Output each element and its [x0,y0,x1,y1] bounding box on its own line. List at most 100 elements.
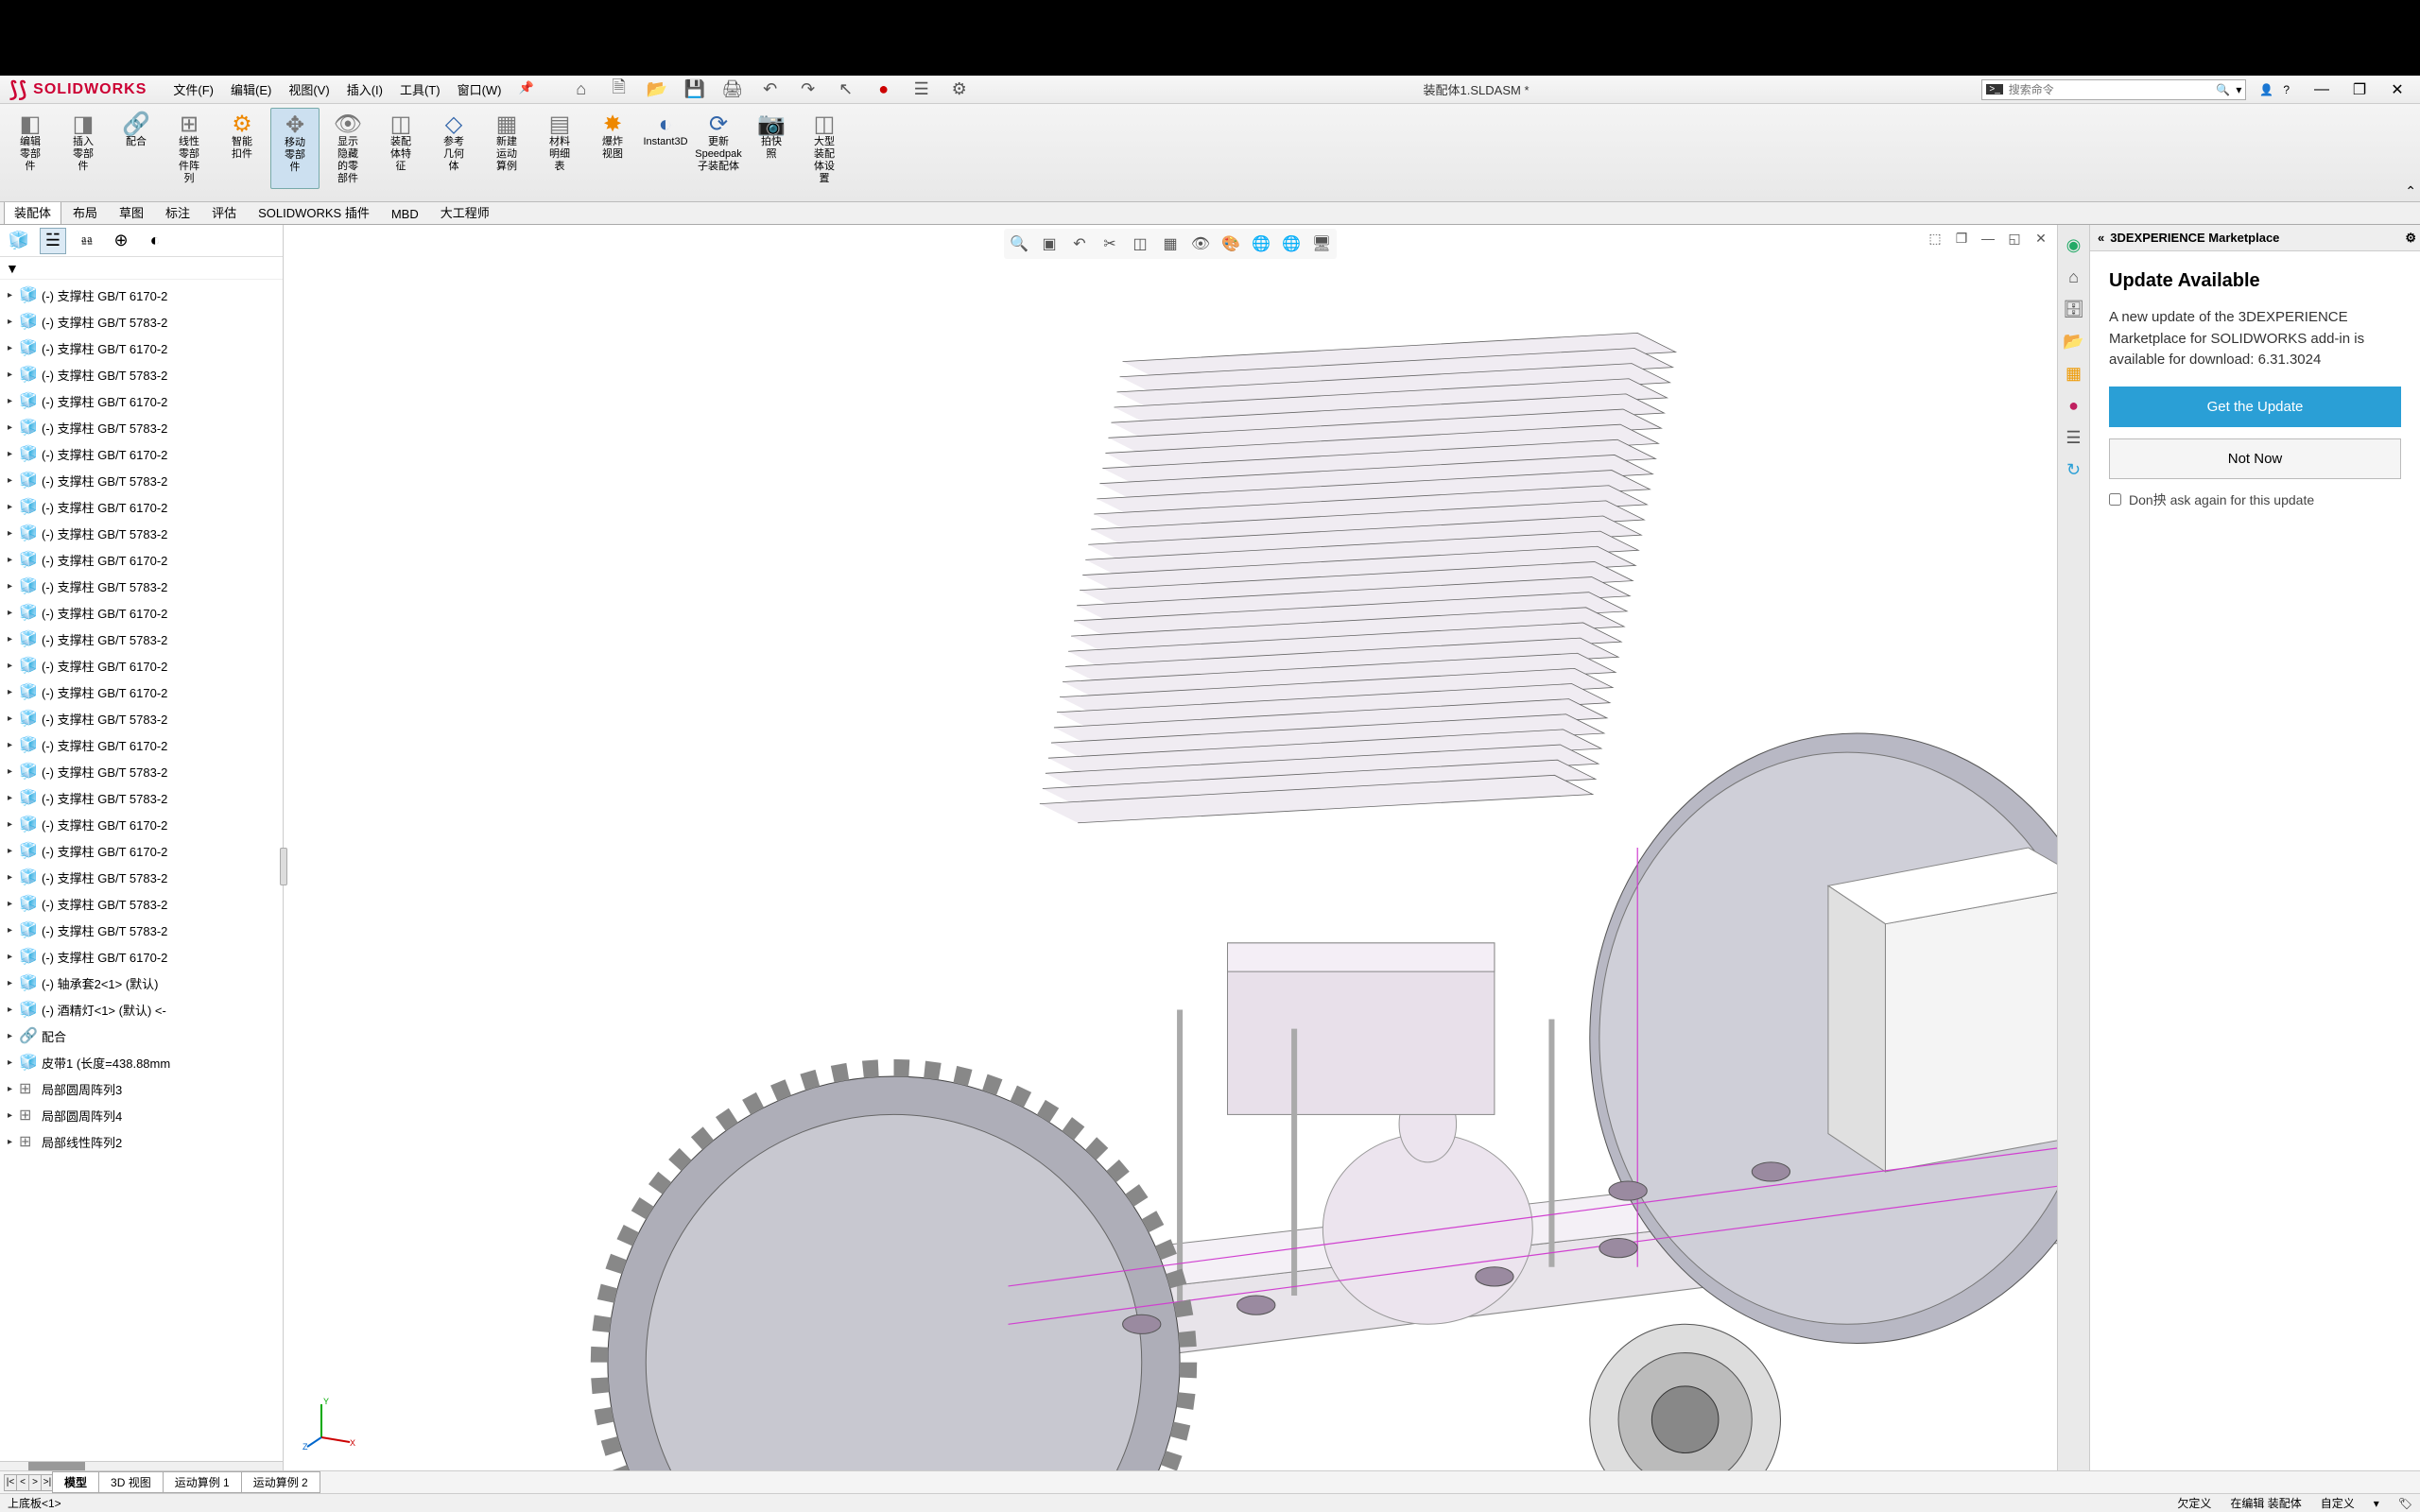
expand-icon[interactable]: ▸ [8,713,17,724]
restore-button[interactable]: ❐ [2346,80,2373,99]
tree-item[interactable]: ▸🧊(-) 支撑柱 GB/T 6170-2 [0,335,283,361]
expand-icon[interactable]: ▸ [8,396,17,406]
viewport-max-icon[interactable]: ❐ [1951,229,1972,248]
file-explorer-icon[interactable]: 📂 [2062,329,2086,353]
ribbon-button-14[interactable]: 📷拍快 照 [747,108,796,189]
tab-nav-first[interactable]: |< [4,1474,17,1491]
appearances-icon[interactable]: ● [2062,393,2086,418]
tree-item[interactable]: ▸🧊(-) 支撑柱 GB/T 5783-2 [0,520,283,546]
expand-icon[interactable]: ▸ [8,872,17,883]
dont-ask-checkbox-row[interactable]: Don抰 ask again for this update [2109,490,2401,509]
expand-icon[interactable]: ▸ [8,952,17,962]
home-icon[interactable]: ⌂ [570,78,593,101]
display-style-icon[interactable]: ▦ [1157,231,1184,257]
tree-item[interactable]: ▸🧊(-) 支撑柱 GB/T 5783-2 [0,705,283,731]
expand-icon[interactable]: ▸ [8,528,17,539]
menu-pin[interactable]: 📌 [511,77,542,102]
expand-icon[interactable]: ▸ [8,1005,17,1015]
tree-item[interactable]: ▸🧊(-) 支撑柱 GB/T 6170-2 [0,440,283,467]
expand-icon[interactable]: ▸ [8,740,17,750]
ribbon-button-3[interactable]: ⊞线性 零部 件阵 列 [164,108,214,189]
fm-tab-tree-icon[interactable]: 🧊 [6,228,32,254]
tree-item[interactable]: ▸🧊(-) 支撑柱 GB/T 5783-2 [0,361,283,387]
tree-item[interactable]: ▸🧊(-) 支撑柱 GB/T 6170-2 [0,837,283,864]
expand-icon[interactable]: ▸ [8,581,17,592]
search-input[interactable] [2009,83,2211,96]
expand-icon[interactable]: ▸ [8,1084,17,1094]
command-tab-5[interactable]: SOLIDWORKS 插件 [248,199,380,224]
tree-item[interactable]: ▸⊞局部线性阵列2 [0,1128,283,1155]
search-command-box[interactable]: >_ 🔍 ▾ [1981,79,2246,100]
list-icon[interactable]: ☰ [910,78,933,101]
expand-icon[interactable]: ▸ [8,793,17,803]
viewport-restore-icon[interactable]: ◱ [2004,229,2025,248]
tree-item[interactable]: ▸🧊(-) 支撑柱 GB/T 6170-2 [0,679,283,705]
hide-show-icon[interactable]: 👁 [1187,231,1214,257]
menu-tools[interactable]: 工具(T) [392,77,448,102]
ribbon-button-9[interactable]: ▦新建 运动 算例 [482,108,531,189]
expand-icon[interactable]: ▸ [8,369,17,380]
user-icon[interactable]: 👤 [2259,83,2273,96]
settings-icon[interactable]: ⚙ [948,78,971,101]
print-icon[interactable]: 🖨 [721,78,744,101]
status-dropdown-icon[interactable]: ▾ [2374,1497,2379,1510]
new-icon[interactable]: 🗎 [608,78,631,101]
expand-icon[interactable]: ▸ [8,634,17,644]
get-update-button[interactable]: Get the Update [2109,387,2401,427]
ribbon-button-13[interactable]: ⟳更新 Speedpak 子装配体 [694,108,743,189]
tree-horizontal-scrollbar[interactable] [0,1461,283,1470]
ribbon-button-8[interactable]: ◇参考 几何 体 [429,108,478,189]
ribbon-button-10[interactable]: ▤材料 明细 表 [535,108,584,189]
open-icon[interactable]: 📂 [646,78,668,101]
tree-item[interactable]: ▸🧊(-) 支撑柱 GB/T 5783-2 [0,864,283,890]
bottom-tab-2[interactable]: 运动算例 1 [163,1471,242,1493]
tree-item[interactable]: ▸🧊(-) 支撑柱 GB/T 6170-2 [0,599,283,626]
expand-icon[interactable]: ▸ [8,846,17,856]
tree-item[interactable]: ▸🧊(-) 支撑柱 GB/T 5783-2 [0,414,283,440]
tree-item[interactable]: ▸🧊(-) 支撑柱 GB/T 6170-2 [0,652,283,679]
ribbon-button-0[interactable]: ◧编辑 零部 件 [6,108,55,189]
custom-properties-icon[interactable]: ☰ [2062,425,2086,450]
tree-item[interactable]: ▸🧊(-) 支撑柱 GB/T 6170-2 [0,387,283,414]
feature-tree[interactable]: ▸🧊(-) 支撑柱 GB/T 6170-2▸🧊(-) 支撑柱 GB/T 5783… [0,280,283,1461]
minimize-button[interactable]: — [2308,80,2335,99]
bottom-tab-1[interactable]: 3D 视图 [98,1471,164,1493]
tree-item[interactable]: ▸🧊(-) 支撑柱 GB/T 5783-2 [0,308,283,335]
ribbon-button-2[interactable]: 🔗配合 [112,108,161,189]
menu-window[interactable]: 窗口(W) [450,77,510,102]
expand-icon[interactable]: ▸ [8,925,17,936]
tab-nav-next[interactable]: > [28,1474,42,1491]
tree-item[interactable]: ▸🧊(-) 支撑柱 GB/T 6170-2 [0,731,283,758]
3dexp-icon[interactable]: ◉ [2062,232,2086,257]
tree-item[interactable]: ▸🧊(-) 支撑柱 GB/T 6170-2 [0,546,283,573]
expand-icon[interactable]: ▸ [8,661,17,671]
menu-view[interactable]: 视图(V) [281,77,337,102]
expand-icon[interactable]: ▸ [8,766,17,777]
ribbon-button-12[interactable]: ◐Instant3D [641,108,690,189]
fm-tab-config-icon[interactable]: ⎂ [74,228,100,254]
tree-item[interactable]: ▸🔗配合 [0,1022,283,1049]
view-orientation-icon[interactable]: ◫ [1127,231,1153,257]
zoom-area-icon[interactable]: ▣ [1036,231,1063,257]
edit-appearance-icon[interactable]: 🎨 [1218,231,1244,257]
expand-icon[interactable]: ▸ [8,290,17,301]
expand-icon[interactable]: ▸ [8,899,17,909]
rebuild-icon[interactable]: ● [873,78,895,101]
expand-icon[interactable]: ▸ [8,475,17,486]
ribbon-button-5[interactable]: ✥移动 零部 件 [270,108,320,189]
zoom-fit-icon[interactable]: 🔍 [1006,231,1032,257]
undo-icon[interactable]: ↶ [759,78,782,101]
command-tab-0[interactable]: 装配体 [4,199,61,224]
not-now-button[interactable]: Not Now [2109,438,2401,479]
save-icon[interactable]: 💾 [683,78,706,101]
tree-item[interactable]: ▸🧊(-) 支撑柱 GB/T 5783-2 [0,917,283,943]
expand-icon[interactable]: ▸ [8,422,17,433]
tree-item[interactable]: ▸🧊(-) 支撑柱 GB/T 6170-2 [0,493,283,520]
display-pane-icon[interactable]: 🖥 [1308,231,1335,257]
forum-icon[interactable]: ↻ [2062,457,2086,482]
view-palette-icon[interactable]: ▦ [2062,361,2086,386]
command-tab-4[interactable]: 评估 [201,199,247,224]
tree-item[interactable]: ▸🧊皮带1 (长度=438.88mm [0,1049,283,1075]
panel-collapse-icon[interactable]: « [2098,231,2104,245]
ribbon-button-4[interactable]: ⚙智能 扣件 [217,108,267,189]
